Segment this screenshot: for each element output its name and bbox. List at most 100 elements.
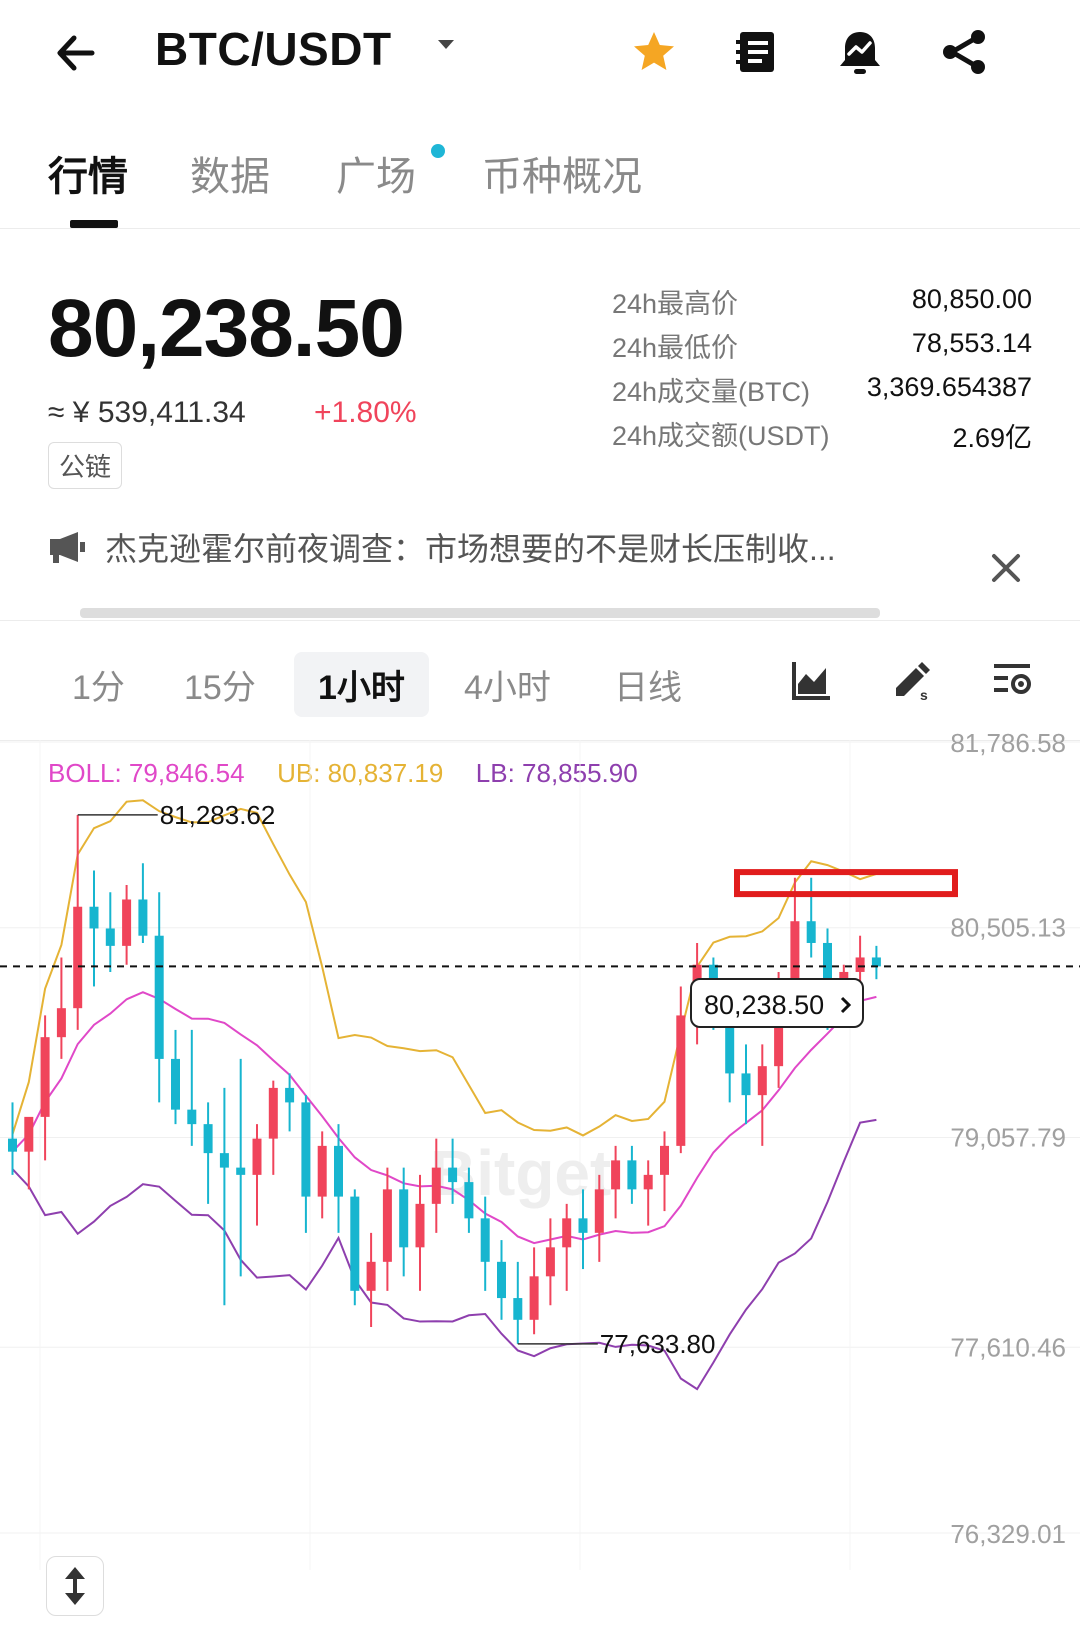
- draw-tool-icon[interactable]: s: [890, 658, 940, 708]
- megaphone-icon: [48, 530, 88, 569]
- candle: [545, 1218, 555, 1306]
- candle: [757, 1044, 767, 1146]
- candle: [513, 1261, 523, 1344]
- top-bar: BTC/USDT: [0, 0, 1080, 110]
- stat-label: 24h最高价: [612, 289, 739, 319]
- stat-label: 24h成交量(BTC): [612, 377, 811, 407]
- candle-body: [676, 1015, 686, 1146]
- candle: [415, 1174, 425, 1291]
- candle-body: [8, 1138, 17, 1152]
- candle: [89, 870, 99, 987]
- candle: [399, 1167, 409, 1277]
- candle: [138, 863, 148, 943]
- candle: [464, 1167, 474, 1233]
- candle-body: [448, 1167, 458, 1183]
- candle-body: [89, 906, 99, 929]
- vertical-arrows-icon: [65, 1567, 85, 1605]
- candle-body: [236, 1167, 246, 1175]
- candle-body: [40, 1037, 50, 1117]
- order-book-icon[interactable]: [734, 28, 784, 78]
- tab-data[interactable]: 数据: [190, 144, 270, 202]
- y-axis-label: 80,505.13: [950, 913, 1066, 943]
- last-price: 80,238.50: [48, 283, 405, 374]
- candle-body: [643, 1174, 653, 1190]
- boll-upper-line: [11, 799, 877, 1137]
- interval-1m[interactable]: 1分: [72, 660, 125, 709]
- caret-down-icon[interactable]: [437, 38, 455, 56]
- boll-lower-line: [11, 1118, 877, 1391]
- candle: [660, 1131, 669, 1212]
- boll-ub-value: UB: 80,837.19: [277, 758, 444, 788]
- candle: [594, 1174, 604, 1262]
- current-price-value: 80,238.50: [704, 990, 825, 1020]
- candle-body: [56, 1008, 66, 1038]
- candle: [382, 1167, 392, 1291]
- candle-body: [855, 957, 865, 972]
- pair-title[interactable]: BTC/USDT: [155, 22, 392, 76]
- candle: [806, 877, 816, 958]
- candle-body: [594, 1189, 604, 1233]
- candle: [219, 1087, 229, 1306]
- candle-body: [24, 1116, 34, 1152]
- candle: [350, 1189, 360, 1306]
- main-tabs: 行情 数据 广场 币种概况: [0, 130, 1080, 229]
- news-ticker[interactable]: 杰克逊霍尔前夜调查：市场想要的不是财长压制收...: [105, 524, 836, 570]
- candle-body: [301, 1102, 311, 1197]
- candle: [627, 1145, 637, 1204]
- price-alert-icon[interactable]: [836, 28, 886, 78]
- candle-body: [382, 1189, 392, 1262]
- tab-coin-overview[interactable]: 币种概况: [482, 144, 642, 202]
- candle: [334, 1124, 343, 1233]
- tab-market[interactable]: 行情: [48, 144, 128, 202]
- stat-label: 24h最低价: [612, 333, 739, 363]
- candle-body: [611, 1160, 621, 1190]
- candle-body: [578, 1218, 588, 1233]
- close-icon[interactable]: [990, 552, 1022, 589]
- candle: [301, 1095, 311, 1233]
- candle-body: [73, 906, 83, 1009]
- candle: [203, 1102, 213, 1204]
- candle: [497, 1240, 506, 1320]
- interval-4h[interactable]: 4小时: [464, 660, 551, 709]
- star-icon[interactable]: [630, 28, 680, 78]
- tab-square[interactable]: 广场: [336, 144, 416, 202]
- candle-body: [366, 1261, 376, 1291]
- candle: [73, 814, 83, 1030]
- indicator-settings-icon[interactable]: [990, 658, 1040, 708]
- expand-vertical-button[interactable]: [46, 1556, 104, 1616]
- candle-body: [806, 921, 816, 943]
- interval-1h[interactable]: 1小时: [294, 652, 429, 717]
- candle: [480, 1196, 490, 1291]
- active-tab-indicator: [70, 220, 118, 228]
- interval-1d[interactable]: 日线: [614, 660, 682, 709]
- candle-body: [105, 928, 115, 946]
- stat-value: 3,369.654387: [866, 372, 1032, 402]
- candle-body: [350, 1196, 360, 1291]
- y-axis-label: 79,057.79: [950, 1123, 1066, 1153]
- y-axis-label: 77,610.46: [950, 1332, 1066, 1362]
- back-arrow-icon[interactable]: [52, 28, 102, 78]
- candle: [676, 986, 686, 1154]
- candle-body: [871, 957, 881, 967]
- candle: [40, 1015, 50, 1161]
- candle: [871, 945, 881, 980]
- candle: [611, 1145, 621, 1219]
- candle: [448, 1138, 458, 1204]
- candle: [187, 1029, 197, 1146]
- candle-body: [480, 1218, 490, 1262]
- category-badge[interactable]: 公链: [48, 442, 123, 489]
- current-price-tag[interactable]: 80,238.50: [690, 978, 864, 1028]
- share-icon[interactable]: [940, 28, 990, 78]
- price-change: +1.80%: [314, 396, 417, 429]
- divider: [0, 620, 1080, 621]
- candlestick-chart[interactable]: Bitget 81,283.6277,633.80 81,786.5880,50…: [0, 0, 1080, 1628]
- notification-dot: [431, 144, 445, 158]
- candle-body: [399, 1189, 409, 1248]
- interval-15m[interactable]: 15分: [184, 660, 256, 709]
- candle: [431, 1138, 441, 1233]
- candle-body: [171, 1058, 180, 1110]
- candle: [8, 1102, 17, 1175]
- candle: [643, 1160, 653, 1226]
- chart-type-icon[interactable]: [790, 658, 840, 708]
- candle: [24, 1116, 34, 1190]
